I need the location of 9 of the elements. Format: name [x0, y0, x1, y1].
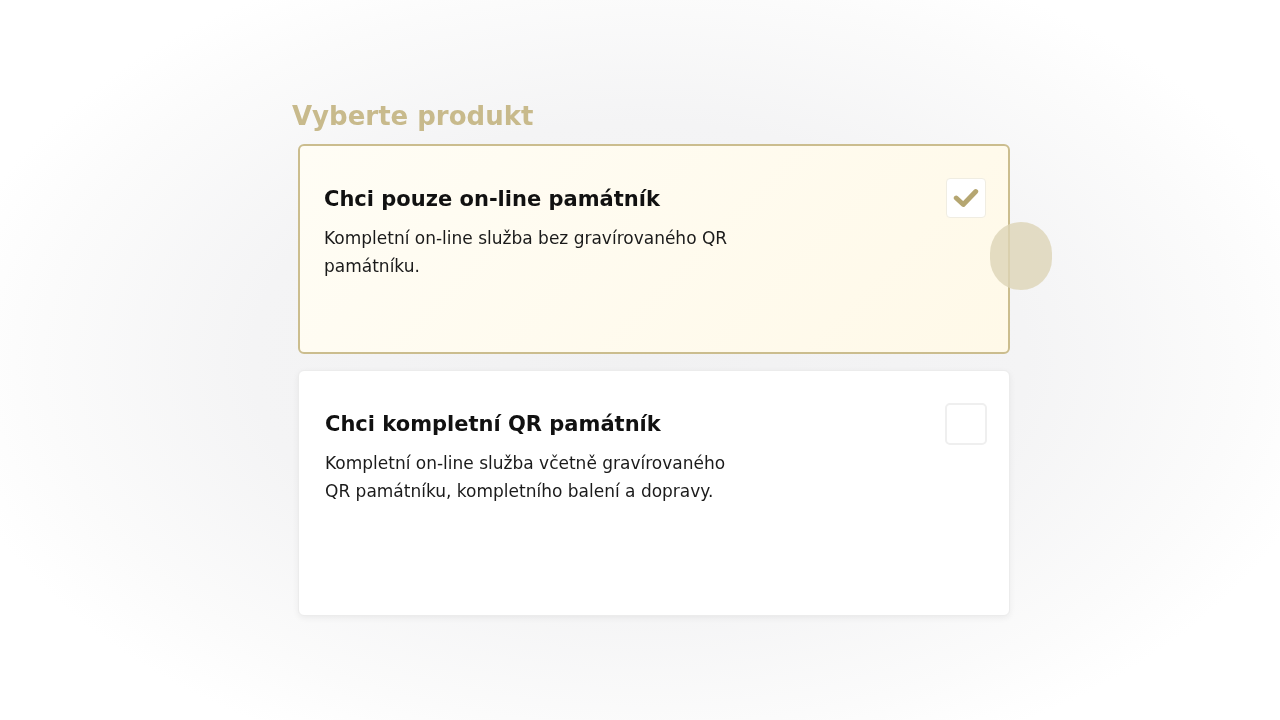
section-heading: Vyberte produkt — [292, 100, 534, 133]
option-title: Chci kompletní QR památník — [325, 411, 661, 438]
option-card[interactable]: Chci pouze on-line památník Kompletní on-line služba bez gravírovaného QR památníku. — [298, 144, 1010, 354]
option-description: Kompletní on-line služba bez gravírovaného QR památníku. — [324, 227, 729, 278]
checkbox[interactable] — [946, 178, 986, 218]
option-card[interactable]: Chci kompletní QR památník Kompletní on-line služba včetně gravírovaného QR památníku, kompletního balení a dopravy. — [298, 370, 1010, 616]
option-description: Kompletní on-line služba včetně gravírovaného QR památníku, kompletního balení a dopravy. — [325, 452, 727, 503]
check-icon — [953, 188, 979, 208]
option-title: Chci pouze on-line památník — [324, 186, 660, 213]
